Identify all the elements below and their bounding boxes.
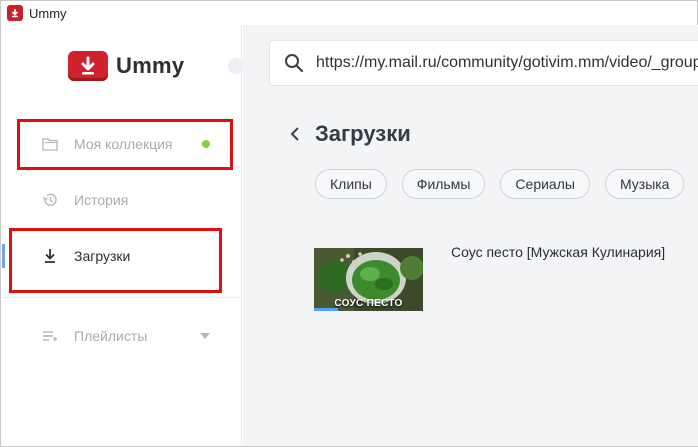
chevron-down-icon[interactable] xyxy=(200,333,210,339)
page-header: Загрузки xyxy=(289,121,411,147)
app-window: Ummy Ummy Моя коллекция История Загрузки… xyxy=(0,0,698,447)
sidebar-item-history[interactable]: История xyxy=(2,180,242,220)
video-title[interactable]: Соус песто [Мужская Кулинария] xyxy=(451,244,665,311)
sidebar-collapse-handle[interactable] xyxy=(228,58,244,74)
window-title: Ummy xyxy=(29,5,67,21)
logo-download-icon xyxy=(68,51,108,81)
logo-text: Ummy xyxy=(116,53,185,78)
search-bar[interactable] xyxy=(269,40,698,86)
filter-chip-films[interactable]: Фильмы xyxy=(401,169,486,199)
logo: Ummy xyxy=(68,51,184,81)
sidebar-divider xyxy=(2,297,242,298)
title-bar: Ummy xyxy=(1,1,697,25)
annotation-highlight-collection xyxy=(17,119,233,170)
filter-chip-series[interactable]: Сериалы xyxy=(500,169,590,199)
history-icon xyxy=(42,192,58,208)
playlist-icon xyxy=(42,328,58,344)
search-icon xyxy=(284,53,304,73)
sidebar-item-label: История xyxy=(74,192,129,208)
filter-chips: Клипы Фильмы Сериалы Музыка xyxy=(315,169,685,199)
filter-chip-music[interactable]: Музыка xyxy=(604,169,685,199)
video-list-item[interactable]: СОУС ПЕСТО Соус песто [Мужская Кулинария… xyxy=(314,244,665,311)
app-logo-icon xyxy=(7,5,23,21)
back-arrow-icon[interactable] xyxy=(289,126,301,142)
page-title: Загрузки xyxy=(315,121,411,146)
sidebar-item-playlists[interactable]: Плейлисты xyxy=(2,316,242,356)
filter-chip-clips[interactable]: Клипы xyxy=(315,169,387,199)
download-progress-bar xyxy=(314,308,338,311)
search-input[interactable] xyxy=(316,54,698,72)
video-thumbnail[interactable]: СОУС ПЕСТО xyxy=(314,248,423,311)
sidebar-item-label: Плейлисты xyxy=(74,328,148,344)
main-content: Загрузки Клипы Фильмы Сериалы Музыка xyxy=(243,25,698,446)
annotation-highlight-downloads xyxy=(9,228,222,293)
